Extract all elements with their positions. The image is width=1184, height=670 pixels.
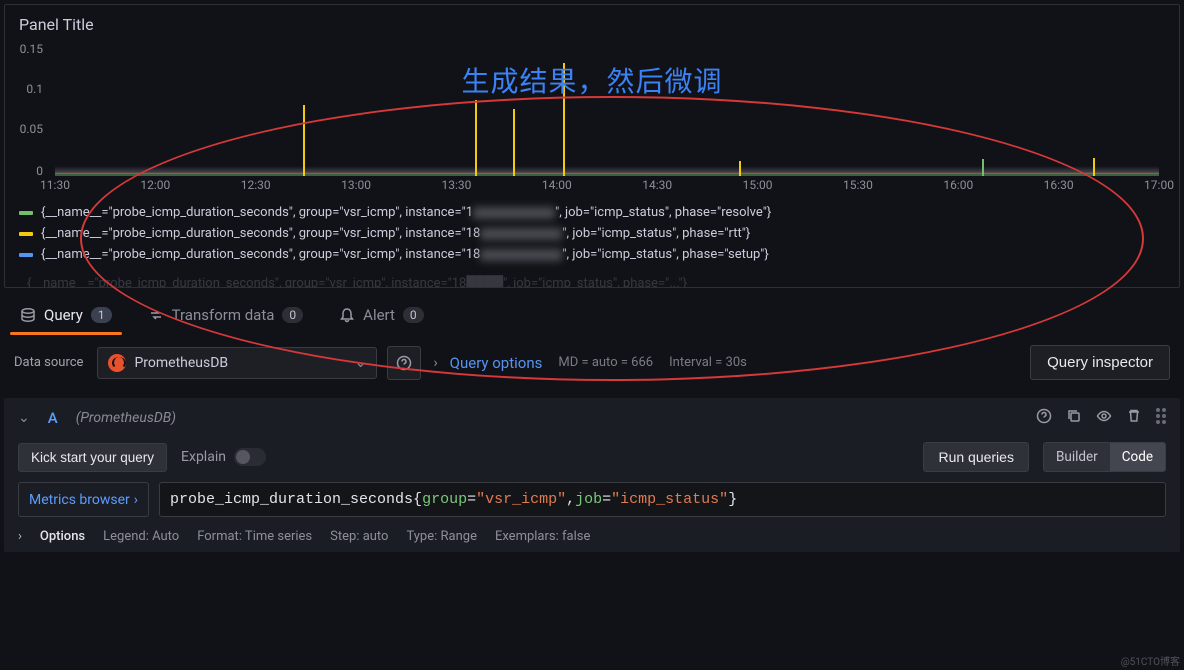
legend-item[interactable]: {__name__="probe_icmp_duration_seconds",… (19, 223, 1165, 244)
series-baseline (55, 166, 1159, 176)
tabs-container: Query 1 Transform data 0 Alert 0 Data so… (4, 298, 1180, 390)
tab-query[interactable]: Query 1 (14, 298, 118, 334)
tabs-row: Query 1 Transform data 0 Alert 0 (4, 298, 1180, 335)
code-mode-button[interactable]: Code (1110, 443, 1165, 471)
help-circle-icon (1036, 408, 1052, 424)
copy-icon (1066, 408, 1082, 424)
query-controls: Kick start your query Explain Run querie… (4, 438, 1180, 482)
query-datasource-hint: (PrometheusDB) (76, 410, 176, 426)
bell-icon (339, 307, 355, 323)
database-icon (20, 307, 36, 323)
run-queries-button[interactable]: Run queries (923, 442, 1029, 472)
drag-handle-icon[interactable] (1156, 408, 1166, 428)
annotation-text: 生成结果，然后微调 (461, 60, 722, 100)
trash-icon (1126, 408, 1142, 424)
tab-alert-label: Alert (363, 306, 395, 324)
tab-transform-label: Transform data (172, 306, 275, 324)
tab-alert[interactable]: Alert 0 (333, 298, 430, 334)
legend-item[interactable]: {__name__="probe_icmp_duration_seconds",… (19, 244, 1165, 265)
legend-label: {__name__="probe_icmp_duration_seconds",… (41, 247, 769, 262)
query-input[interactable]: probe_icmp_duration_seconds{group="vsr_i… (159, 482, 1166, 517)
explain-toggle[interactable] (234, 448, 266, 466)
explain-toggle-group: Explain (181, 448, 266, 466)
transform-icon (148, 307, 164, 323)
tab-alert-badge: 0 (403, 307, 424, 323)
query-letter[interactable]: A (48, 409, 58, 427)
redacted-instance (473, 207, 555, 219)
legend-swatch (19, 253, 33, 257)
options-title: Options (40, 529, 85, 544)
legend-label: {__name__="probe_icmp_duration_seconds",… (41, 226, 750, 241)
legend-label: {__name__="probe_icmp_duration_seconds",… (41, 205, 771, 220)
datasource-row: Data source PrometheusDB ⌄ › Query optio… (4, 335, 1180, 390)
query-inspector-button[interactable]: Query inspector (1030, 345, 1170, 380)
tab-transform[interactable]: Transform data 0 (142, 298, 310, 334)
legend-swatch (19, 232, 33, 236)
redacted-instance (480, 249, 562, 261)
tab-transform-badge: 0 (282, 307, 303, 323)
editor-mode-toggle: Builder Code (1043, 442, 1166, 472)
prometheus-icon (108, 354, 126, 372)
metrics-browser-label: Metrics browser (29, 492, 130, 508)
query-input-row: Metrics browser › probe_icmp_duration_se… (4, 482, 1180, 517)
chevron-down-icon: ⌄ (355, 355, 367, 371)
query-options-md: MD = auto = 666 (558, 355, 653, 370)
redacted-instance (480, 228, 562, 240)
datasource-picker[interactable]: PrometheusDB ⌄ (97, 347, 377, 379)
query-options-link[interactable]: Query options (450, 354, 543, 372)
options-type: Type: Range (406, 529, 476, 544)
x-axis: 11:3012:0012:3013:0013:3014:0014:3015:00… (55, 176, 1159, 202)
datasource-label: Data source (14, 355, 83, 370)
explain-label: Explain (181, 449, 226, 465)
options-legend: Legend: Auto (103, 529, 179, 544)
metrics-browser-button[interactable]: Metrics browser › (18, 482, 149, 517)
panel-title: Panel Title (5, 5, 1179, 38)
chevron-right-icon: › (431, 355, 439, 371)
query-block: ⌄ A (PrometheusDB) Kick start your query… (4, 398, 1180, 552)
tab-query-badge: 1 (91, 307, 112, 323)
query-duplicate-button[interactable] (1066, 408, 1082, 428)
query-options-row[interactable]: › Options Legend: Auto Format: Time seri… (4, 517, 1180, 544)
options-expand-chevron[interactable]: › (18, 529, 22, 544)
chart-legend: {__name__="probe_icmp_duration_seconds",… (5, 198, 1179, 275)
kick-start-button[interactable]: Kick start your query (18, 443, 167, 472)
panel-container: Panel Title 0.15 0.1 0.05 0 11:3012:0012… (4, 4, 1180, 288)
options-step: Step: auto (330, 529, 388, 544)
eye-icon (1096, 408, 1112, 424)
query-expand-chevron[interactable]: ⌄ (18, 410, 30, 426)
datasource-settings-button[interactable] (387, 346, 421, 380)
options-exemplars: Exemplars: false (495, 529, 590, 544)
query-toggle-visibility-button[interactable] (1096, 408, 1112, 428)
legend-overflow-row: {__name__="probe_icmp_duration_seconds",… (5, 275, 1179, 287)
builder-mode-button[interactable]: Builder (1044, 443, 1110, 471)
query-help-button[interactable] (1036, 408, 1052, 428)
chevron-right-icon: › (134, 492, 138, 508)
datasource-name: PrometheusDB (134, 355, 228, 371)
help-icon (396, 355, 412, 371)
tab-query-label: Query (44, 306, 83, 324)
legend-swatch (19, 211, 33, 215)
legend-item[interactable]: {__name__="probe_icmp_duration_seconds",… (19, 202, 1165, 223)
query-options-interval: Interval = 30s (669, 355, 747, 370)
query-header: ⌄ A (PrometheusDB) (4, 398, 1180, 438)
y-axis: 0.15 0.1 0.05 0 (5, 46, 49, 176)
query-actions (1036, 408, 1166, 428)
options-format: Format: Time series (197, 529, 312, 544)
query-delete-button[interactable] (1126, 408, 1142, 428)
